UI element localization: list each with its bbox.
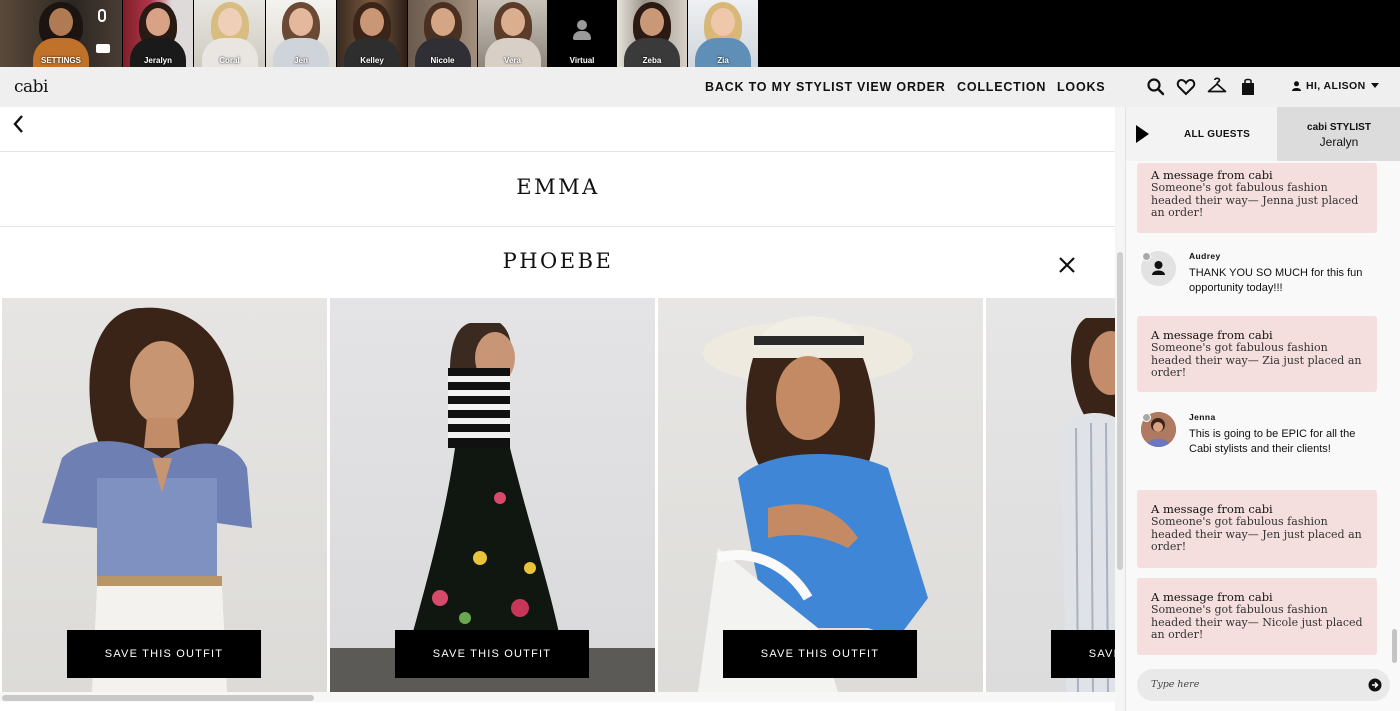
top-navigation: cabi BACK TO MY STYLIST VIEW ORDER COLLE… xyxy=(0,67,1400,107)
video-tile-nicole[interactable]: Nicole xyxy=(408,0,477,67)
video-tile-vera[interactable]: Vera xyxy=(478,0,547,67)
message-author: Jenna xyxy=(1189,412,1216,422)
microphone-icon[interactable] xyxy=(98,9,106,22)
video-tile-kelley[interactable]: Kelley xyxy=(337,0,407,67)
chat-panel: ALL GUESTS cabi STYLIST Jeralyn A messag… xyxy=(1125,107,1400,711)
status-dot xyxy=(1142,413,1151,422)
video-strip: SETTINGS Jeralyn Coral Jen Kelley Nicole xyxy=(0,0,1400,67)
video-tile-settings[interactable]: SETTINGS xyxy=(0,0,122,67)
tab-stylist-title: cabi STYLIST xyxy=(1307,122,1371,133)
nav-collection[interactable]: COLLECTION xyxy=(957,80,1046,94)
heart-icon[interactable] xyxy=(1176,77,1196,97)
video-tile-label: Jeralyn xyxy=(143,56,173,65)
nav-view-order[interactable]: VIEW ORDER xyxy=(857,80,946,94)
save-outfit-button[interactable]: SAVE THIS OUTFIT xyxy=(395,630,589,678)
main-vertical-scrollbar-thumb[interactable] xyxy=(1117,252,1123,570)
chat-scrollbar-thumb[interactable] xyxy=(1392,629,1397,663)
system-message: A message from cabi Someone's got fabulo… xyxy=(1137,578,1377,655)
message-text: THANK YOU SO MUCH for this fun opportuni… xyxy=(1189,267,1363,294)
divider xyxy=(0,151,1116,152)
tab-cabi-stylist[interactable]: cabi STYLIST Jeralyn xyxy=(1277,107,1400,161)
user-icon xyxy=(1292,81,1301,91)
video-tile-label: Kelley xyxy=(360,56,384,65)
video-tile-label: Jen xyxy=(294,56,308,65)
save-outfit-button[interactable]: SAVE THIS OUTFIT xyxy=(723,630,917,678)
cabi-logo[interactable]: cabi xyxy=(14,77,48,97)
greeting-text: HI, ALISON xyxy=(1306,80,1366,92)
tab-stylist-name: Jeralyn xyxy=(1319,135,1359,149)
nav-looks[interactable]: LOOKS xyxy=(1057,80,1105,94)
video-tile-label: Vera xyxy=(504,56,521,65)
video-tile-label: Nicole xyxy=(430,56,455,65)
camera-icon[interactable] xyxy=(96,44,110,53)
nav-back-to-my-stylist[interactable]: BACK TO MY STYLIST xyxy=(705,80,853,94)
video-tile-label: Coral xyxy=(219,56,240,65)
search-icon[interactable] xyxy=(1146,77,1166,97)
message-author: Audrey xyxy=(1189,251,1221,261)
chat-message: Audrey THANK YOU SO MUCH for this fun op… xyxy=(1141,251,1381,301)
video-tile-coral[interactable]: Coral xyxy=(194,0,265,67)
outfit-card[interactable]: SAVE THIS OUTFIT xyxy=(2,298,327,692)
video-tile-zeba[interactable]: Zeba xyxy=(617,0,687,67)
video-tile-virtual[interactable]: Virtual xyxy=(548,0,616,67)
message-body: Someone's got fabulous fashion headed th… xyxy=(1151,603,1363,642)
message-body: Someone's got fabulous fashion headed th… xyxy=(1151,515,1362,554)
looks-gallery: EMMA PHOEBE SAVE THIS OUTFIT SAVE THIS O… xyxy=(0,107,1116,711)
system-message: A message from cabi Someone's got fabulo… xyxy=(1137,316,1377,392)
video-tile-label: Zia xyxy=(717,56,729,65)
avatar-placeholder-icon xyxy=(573,20,591,40)
hanger-icon[interactable] xyxy=(1207,77,1227,97)
video-tile-label: Virtual xyxy=(569,56,595,65)
message-text: This is going to be EPIC for all the Cab… xyxy=(1189,428,1356,455)
video-tile-jen[interactable]: Jen xyxy=(266,0,336,67)
chat-input[interactable]: Type here xyxy=(1137,669,1390,701)
system-message: A message from cabi Someone's got fabulo… xyxy=(1137,163,1377,233)
back-arrow-icon[interactable] xyxy=(10,113,28,135)
video-tile-zia[interactable]: Zia xyxy=(688,0,758,67)
divider xyxy=(0,226,1116,227)
message-body: Someone's got fabulous fashion headed th… xyxy=(1151,181,1359,220)
system-message: A message from cabi Someone's got fabulo… xyxy=(1137,490,1377,568)
chat-tabs: ALL GUESTS cabi STYLIST Jeralyn xyxy=(1126,107,1400,161)
status-dot xyxy=(1142,252,1151,261)
message-body: Someone's got fabulous fashion headed th… xyxy=(1151,341,1362,380)
video-tile-jeralyn[interactable]: Jeralyn xyxy=(123,0,193,67)
chat-input-placeholder: Type here xyxy=(1151,679,1200,690)
collection-title-emma[interactable]: EMMA xyxy=(0,175,1116,199)
account-menu[interactable]: HI, ALISON xyxy=(1292,80,1379,92)
chevron-down-icon xyxy=(1370,83,1379,88)
send-icon[interactable] xyxy=(1368,678,1382,692)
shopping-bag-icon[interactable] xyxy=(1238,77,1258,97)
outfit-card[interactable]: SAVE THIS OUTFIT xyxy=(986,298,1116,692)
video-tile-label: Zeba xyxy=(642,56,662,65)
tab-all-guests-label: ALL GUESTS xyxy=(1184,129,1251,140)
tab-all-guests[interactable]: ALL GUESTS xyxy=(1126,107,1277,161)
save-outfit-button[interactable]: SAVE THIS OUTFIT xyxy=(1051,630,1116,678)
save-outfit-button[interactable]: SAVE THIS OUTFIT xyxy=(67,630,261,678)
play-icon[interactable] xyxy=(1136,125,1149,143)
outfit-card[interactable]: SAVE THIS OUTFIT xyxy=(330,298,655,692)
outfit-card[interactable]: SAVE THIS OUTFIT xyxy=(658,298,983,692)
horizontal-scrollbar-thumb[interactable] xyxy=(2,695,314,701)
chat-message: Jenna This is going to be EPIC for all t… xyxy=(1141,412,1381,472)
video-tile-label: SETTINGS xyxy=(40,56,81,65)
close-icon[interactable] xyxy=(1057,255,1077,275)
collection-title-phoebe[interactable]: PHOEBE xyxy=(0,249,1116,273)
